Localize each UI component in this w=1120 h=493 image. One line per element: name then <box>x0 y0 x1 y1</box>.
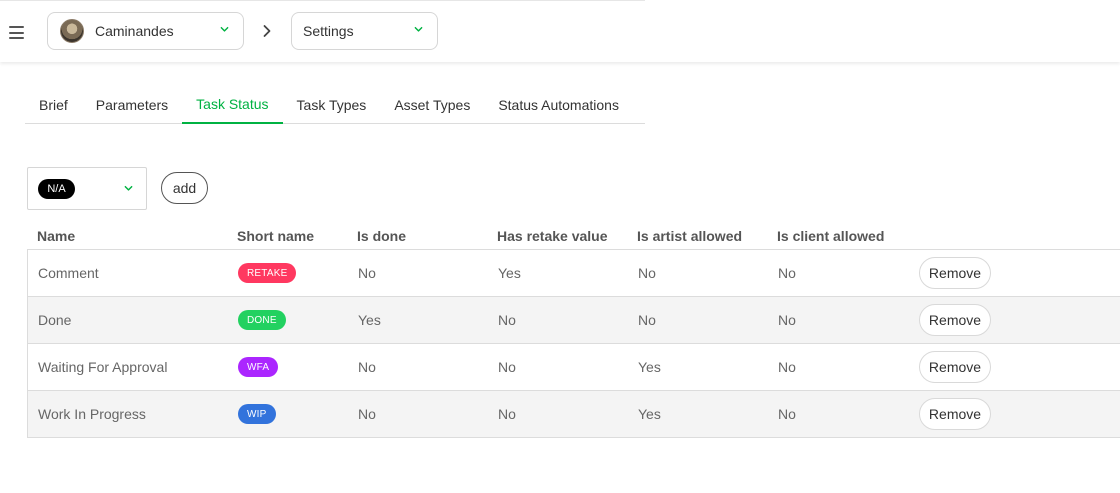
short-name-cell: WIP <box>238 404 358 425</box>
status-name[interactable]: Comment <box>28 265 238 281</box>
status-name[interactable]: Work In Progress <box>28 406 238 422</box>
tab-status-automations[interactable]: Status Automations <box>484 88 633 124</box>
status-badge: N/A <box>38 179 75 199</box>
has-retake-value: Yes <box>498 265 521 281</box>
is-client-allowed-value: No <box>778 406 796 422</box>
task-status-table: Name Short name Is done Has retake value… <box>27 222 1120 438</box>
is-artist-allowed-value: No <box>638 265 656 281</box>
table-row: Work In Progress WIP No No Yes No Remove <box>27 391 1120 438</box>
remove-button[interactable]: Remove <box>919 351 991 383</box>
tab-parameters[interactable]: Parameters <box>82 88 182 124</box>
chevron-down-icon <box>414 25 423 34</box>
table-row: Waiting For Approval WFA No No Yes No Re… <box>27 344 1120 391</box>
tab-task-status[interactable]: Task Status <box>182 88 283 124</box>
chevron-right-icon <box>262 24 272 38</box>
header-is-done: Is done <box>357 227 407 244</box>
chevron-down-icon <box>220 25 229 34</box>
remove-button[interactable]: Remove <box>919 304 991 336</box>
is-done-value: Yes <box>358 312 381 328</box>
header-short-name: Short name <box>237 227 315 244</box>
header-has-retake: Has retake value <box>497 227 608 244</box>
is-artist-allowed-value: Yes <box>638 406 661 422</box>
production-select[interactable]: Caminandes <box>47 12 244 50</box>
actions-cell: Remove <box>918 304 1068 336</box>
top-bar: Caminandes Settings <box>0 0 1120 62</box>
status-badge: WIP <box>238 404 276 425</box>
header-is-artist-allowed: Is artist allowed <box>637 227 743 244</box>
status-badge: RETAKE <box>238 263 297 284</box>
remove-button[interactable]: Remove <box>919 257 991 289</box>
status-badge: WFA <box>238 357 279 378</box>
hamburger-menu-icon[interactable] <box>9 26 24 39</box>
header-is-client-allowed: Is client allowed <box>777 227 885 244</box>
actions-cell: Remove <box>918 398 1068 430</box>
short-name-cell: RETAKE <box>238 263 358 284</box>
tab-brief[interactable]: Brief <box>25 88 82 124</box>
status-badge: DONE <box>238 310 286 331</box>
is-done-value: No <box>358 359 376 375</box>
short-name-cell: WFA <box>238 357 358 378</box>
tab-asset-types[interactable]: Asset Types <box>380 88 484 124</box>
table-row: Done DONE Yes No No No Remove <box>27 297 1120 344</box>
production-label: Caminandes <box>95 23 174 39</box>
status-name[interactable]: Done <box>28 312 238 328</box>
section-label: Settings <box>303 23 354 39</box>
is-artist-allowed-value: No <box>638 312 656 328</box>
has-retake-value: No <box>498 406 516 422</box>
has-retake-value: No <box>498 312 516 328</box>
is-done-value: No <box>358 406 376 422</box>
status-name[interactable]: Waiting For Approval <box>28 359 238 375</box>
top-divider <box>0 0 645 1</box>
production-avatar <box>60 19 84 43</box>
add-button[interactable]: add <box>161 172 208 204</box>
remove-button[interactable]: Remove <box>919 398 991 430</box>
is-artist-allowed-value: Yes <box>638 359 661 375</box>
settings-tabs: Brief Parameters Task Status Task Types … <box>25 88 645 124</box>
is-client-allowed-value: No <box>778 312 796 328</box>
status-select[interactable]: N/A <box>27 167 147 210</box>
header-name: Name <box>37 227 76 244</box>
table-row: Comment RETAKE No Yes No No Remove <box>27 250 1120 297</box>
actions-cell: Remove <box>918 351 1068 383</box>
is-client-allowed-value: No <box>778 265 796 281</box>
table-header: Name Short name Is done Has retake value… <box>27 222 1120 250</box>
short-name-cell: DONE <box>238 310 358 331</box>
is-done-value: No <box>358 265 376 281</box>
section-select[interactable]: Settings <box>291 12 438 50</box>
has-retake-value: No <box>498 359 516 375</box>
chevron-down-icon <box>124 184 133 193</box>
tab-task-types[interactable]: Task Types <box>283 88 381 124</box>
actions-cell: Remove <box>918 257 1068 289</box>
is-client-allowed-value: No <box>778 359 796 375</box>
